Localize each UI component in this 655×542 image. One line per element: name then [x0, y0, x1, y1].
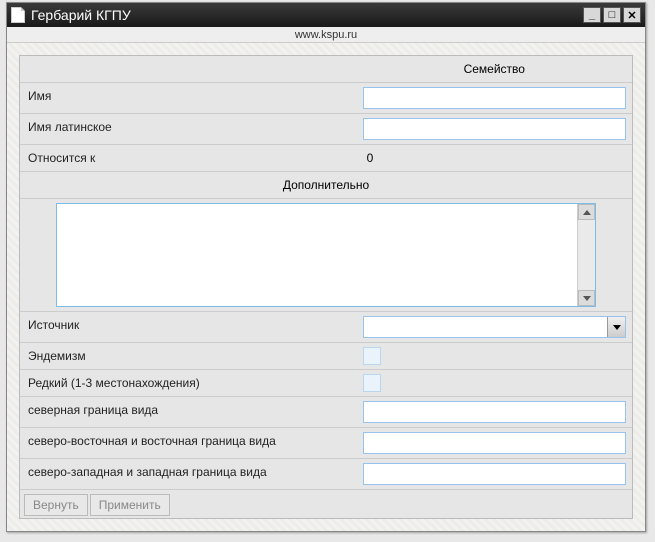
row-northwest: северо-западная и западная граница вида — [20, 459, 632, 490]
north-input[interactable] — [363, 401, 626, 423]
document-icon — [11, 7, 25, 23]
endemism-checkbox[interactable] — [363, 347, 381, 365]
additional-textarea[interactable] — [57, 204, 577, 306]
scroll-down-icon[interactable] — [578, 290, 595, 306]
name-input[interactable] — [363, 87, 626, 109]
source-label: Источник — [20, 312, 357, 342]
form-panel: Семейство Имя Имя латинское Относится к … — [19, 55, 633, 519]
scroll-up-icon[interactable] — [578, 204, 595, 220]
row-belongs: Относится к 0 — [20, 145, 632, 172]
minimize-button[interactable]: _ — [583, 7, 601, 23]
row-northeast: северо-восточная и восточная граница вид… — [20, 428, 632, 459]
address-bar: www.kspu.ru — [7, 27, 645, 43]
northeast-label: северо-восточная и восточная граница вид… — [20, 428, 357, 458]
app-window: Гербарий КГПУ _ □ ✕ www.kspu.ru Семейств… — [6, 2, 646, 532]
belongs-value: 0 — [363, 151, 374, 165]
northeast-input[interactable] — [363, 432, 626, 454]
belongs-label: Относится к — [20, 145, 357, 171]
name-label: Имя — [20, 83, 357, 113]
titlebar[interactable]: Гербарий КГПУ _ □ ✕ — [7, 3, 645, 27]
rare-label: Редкий (1-3 местонахождения) — [20, 370, 357, 396]
row-source: Источник — [20, 312, 632, 343]
latin-label: Имя латинское — [20, 114, 357, 144]
north-label: северная граница вида — [20, 397, 357, 427]
endemism-label: Эндемизм — [20, 343, 357, 369]
latin-input[interactable] — [363, 118, 626, 140]
window-title: Гербарий КГПУ — [31, 7, 583, 23]
section-header-additional: Дополнительно — [20, 172, 632, 199]
rare-checkbox[interactable] — [363, 374, 381, 392]
revert-button[interactable]: Вернуть — [24, 494, 88, 516]
row-name: Имя — [20, 83, 632, 114]
row-latin: Имя латинское — [20, 114, 632, 145]
maximize-button[interactable]: □ — [603, 7, 621, 23]
close-button[interactable]: ✕ — [623, 7, 641, 23]
source-select[interactable] — [363, 316, 626, 338]
button-bar: Вернуть Применить — [20, 490, 632, 516]
row-additional — [20, 199, 632, 312]
section-header-family: Семейство — [20, 56, 632, 83]
row-north: северная граница вида — [20, 397, 632, 428]
row-endemism: Эндемизм — [20, 343, 632, 370]
scrollbar[interactable] — [577, 204, 595, 306]
row-rare: Редкий (1-3 местонахождения) — [20, 370, 632, 397]
northwest-input[interactable] — [363, 463, 626, 485]
northwest-label: северо-западная и западная граница вида — [20, 459, 357, 489]
apply-button[interactable]: Применить — [90, 494, 170, 516]
content-area: Семейство Имя Имя латинское Относится к … — [7, 43, 645, 531]
